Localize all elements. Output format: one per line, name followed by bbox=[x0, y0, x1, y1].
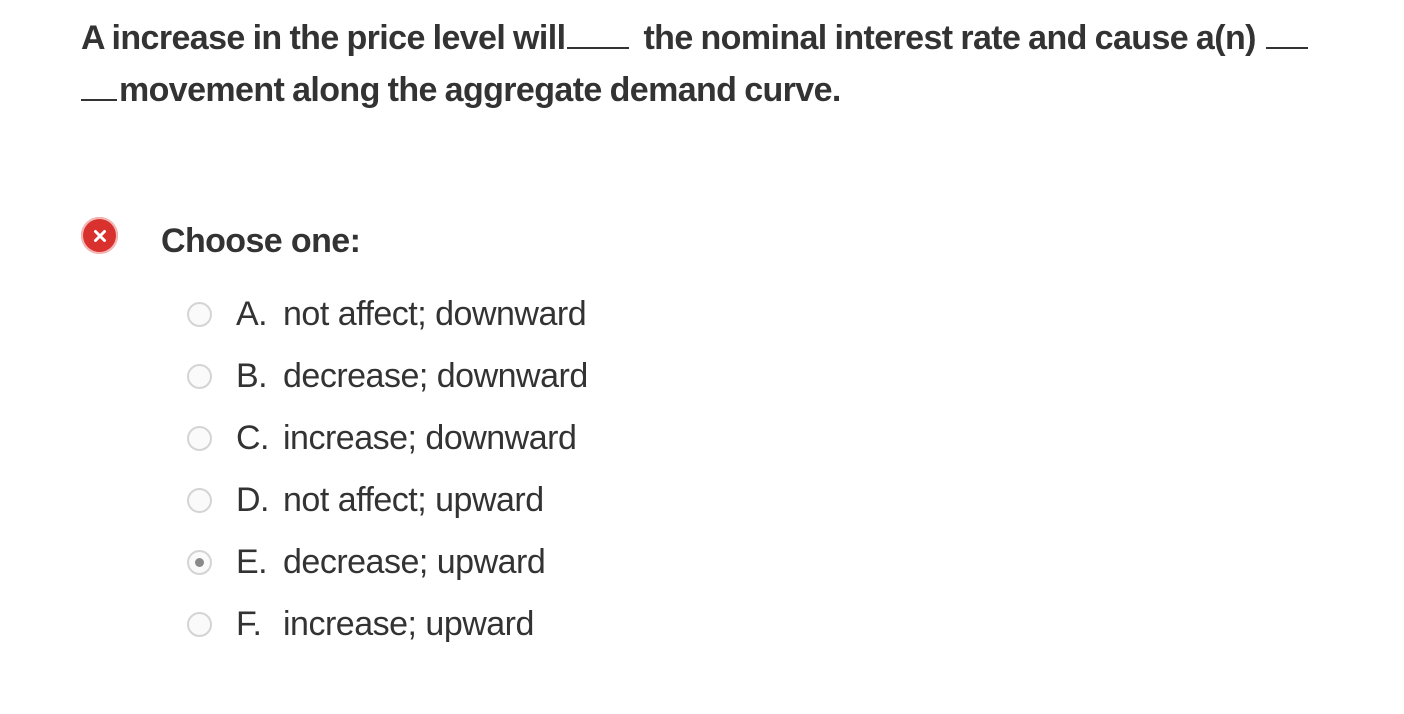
question-part-3: movement along the aggregate demand curv… bbox=[119, 71, 841, 109]
choose-one-label: Choose one: bbox=[161, 222, 361, 260]
radio-button-f[interactable] bbox=[187, 611, 212, 637]
radio-button-c[interactable] bbox=[187, 425, 212, 451]
option-label: decrease; upward bbox=[283, 542, 546, 581]
radio-button-b[interactable] bbox=[187, 363, 212, 389]
option-label: not affect; upward bbox=[283, 480, 544, 519]
option-letter: B. bbox=[236, 356, 268, 395]
radio-button-d[interactable] bbox=[187, 487, 212, 513]
option-letter: A. bbox=[236, 294, 268, 333]
question-part-1: A increase in the price level will bbox=[81, 19, 566, 57]
radio-button-e[interactable] bbox=[187, 549, 212, 575]
option-c[interactable]: C. increase; downward bbox=[183, 407, 577, 469]
incorrect-x-circle-icon bbox=[81, 217, 118, 254]
option-d[interactable]: D. not affect; upward bbox=[183, 469, 544, 531]
option-e[interactable]: E. decrease; upward bbox=[183, 531, 546, 593]
blank-1 bbox=[567, 19, 630, 49]
blank-2a bbox=[1265, 19, 1308, 49]
question-part-2: the nominal interest rate and cause a(n) bbox=[643, 19, 1256, 57]
option-label: increase; downward bbox=[283, 418, 577, 457]
radio-dot bbox=[195, 557, 204, 567]
option-label: decrease; downward bbox=[283, 356, 588, 395]
option-letter: F. bbox=[236, 604, 262, 643]
option-letter: E. bbox=[236, 542, 268, 581]
option-label: not affect; downward bbox=[283, 294, 587, 333]
option-a[interactable]: A. not affect; downward bbox=[183, 283, 587, 345]
radio-button-a[interactable] bbox=[187, 301, 212, 327]
option-letter: C. bbox=[236, 418, 270, 457]
option-letter: D. bbox=[236, 480, 270, 519]
option-f[interactable]: F. increase; upward bbox=[183, 593, 534, 655]
answer-options-list: A. not affect; downward B. decrease; dow… bbox=[183, 283, 588, 655]
x-mark-icon bbox=[93, 229, 106, 242]
question-text: A increase in the price level will the no… bbox=[81, 12, 1341, 116]
option-label: increase; upward bbox=[283, 604, 534, 643]
option-b[interactable]: B. decrease; downward bbox=[183, 345, 588, 407]
blank-2b bbox=[81, 71, 117, 101]
